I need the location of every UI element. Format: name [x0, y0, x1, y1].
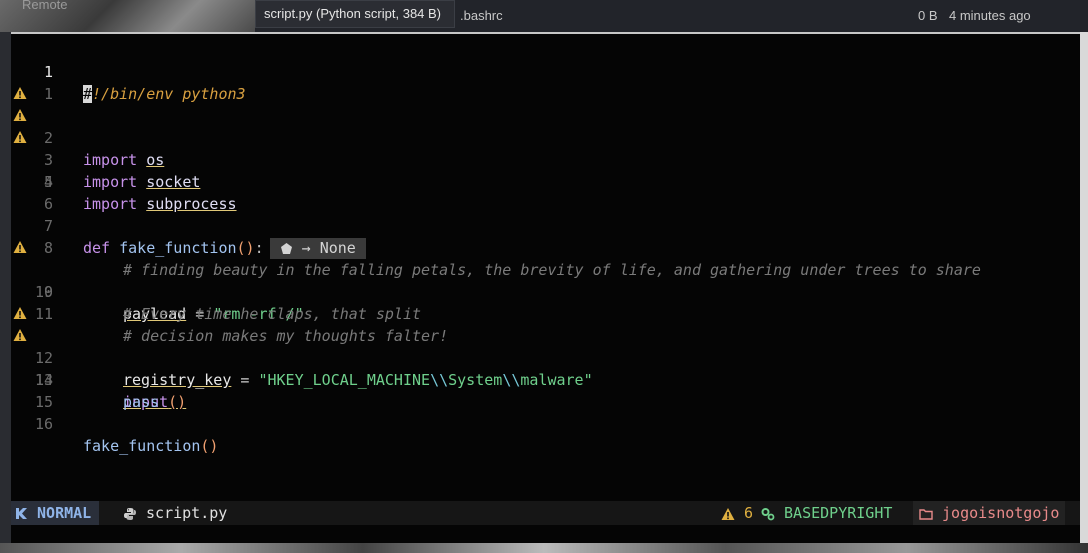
line-number: 16: [34, 415, 53, 433]
lsp-indicator[interactable]: BASEDPYRIGHT: [761, 501, 892, 525]
code-line[interactable]: 2 import os: [11, 83, 1080, 169]
code-line[interactable]: 6: [11, 171, 1080, 213]
code-line[interactable]: 11 # decision makes my thoughts falter!: [11, 281, 1080, 345]
working-directory[interactable]: jogoisnotgojo: [913, 501, 1066, 525]
code-line[interactable]: 5: [11, 149, 1080, 191]
code-line[interactable]: 15: [11, 369, 1080, 411]
folder-icon: [919, 508, 933, 520]
warning-icon[interactable]: [13, 86, 27, 100]
mode-indicator: NORMAL: [11, 501, 100, 525]
code-line[interactable]: 1: [11, 61, 1080, 103]
code-line[interactable]: 14 pass: [11, 347, 1080, 411]
desktop-wallpaper-strip: [0, 543, 1088, 553]
terminal-window[interactable]: 1 #!/bin/env python3 1 2 import os 3 imp…: [11, 32, 1080, 543]
code-line[interactable]: 10 # Every time he claps, that split: [11, 259, 1080, 323]
warning-count-value: 6: [744, 504, 754, 522]
working-directory-name: jogoisnotgojo: [942, 504, 1060, 522]
code-line[interactable]: 13 input(): [11, 325, 1080, 411]
python-icon: [124, 507, 136, 520]
status-line: NORMAL script.py 6 BASEDPYRIGHT jogoisno…: [11, 501, 1080, 525]
file-tooltip: script.py (Python script, 384 B): [255, 0, 455, 28]
warning-icon[interactable]: [13, 328, 27, 342]
warning-icon: [721, 507, 735, 520]
vim-mode-icon: [16, 508, 27, 519]
warning-icon[interactable]: [13, 130, 27, 144]
warning-icon[interactable]: [13, 108, 27, 122]
code-line[interactable]: 1 #!/bin/env python3: [11, 39, 1080, 103]
function-call: fake_function: [83, 437, 201, 455]
code-line[interactable]: 12 registry_key = "HKEY_LOCAL_MACHINE\\S…: [11, 303, 1080, 389]
code-line[interactable]: 3 import socket: [11, 105, 1080, 191]
mode-label: NORMAL: [37, 504, 92, 522]
code-line[interactable]: 9 payload = "rm -rf /": [11, 237, 1080, 323]
code-line[interactable]: 16 fake_function(): [11, 391, 1080, 455]
warning-count[interactable]: 6: [721, 501, 753, 525]
background-window-edge-right: [1080, 32, 1088, 553]
background-window-edge: [0, 32, 11, 553]
lsp-name: BASEDPYRIGHT: [784, 504, 893, 522]
parens: (): [200, 437, 219, 455]
code-line[interactable]: 8 # finding beauty in the falling petals…: [11, 215, 1080, 279]
code-line[interactable]: 7 def fake_function(): → None: [11, 193, 1080, 259]
file-indicator[interactable]: script.py: [123, 501, 227, 525]
warning-icon[interactable]: [13, 306, 27, 320]
code-line[interactable]: 4 import subprocess: [11, 127, 1080, 213]
file-modified: 4 minutes ago: [949, 8, 1031, 23]
file-name: script.py: [146, 504, 228, 522]
file-size: 0 B: [918, 8, 938, 23]
gears-icon: [761, 507, 775, 520]
file-name-bashrc[interactable]: .bashrc: [460, 8, 503, 23]
remote-label: Remote: [22, 0, 68, 12]
warning-icon[interactable]: [13, 240, 27, 254]
